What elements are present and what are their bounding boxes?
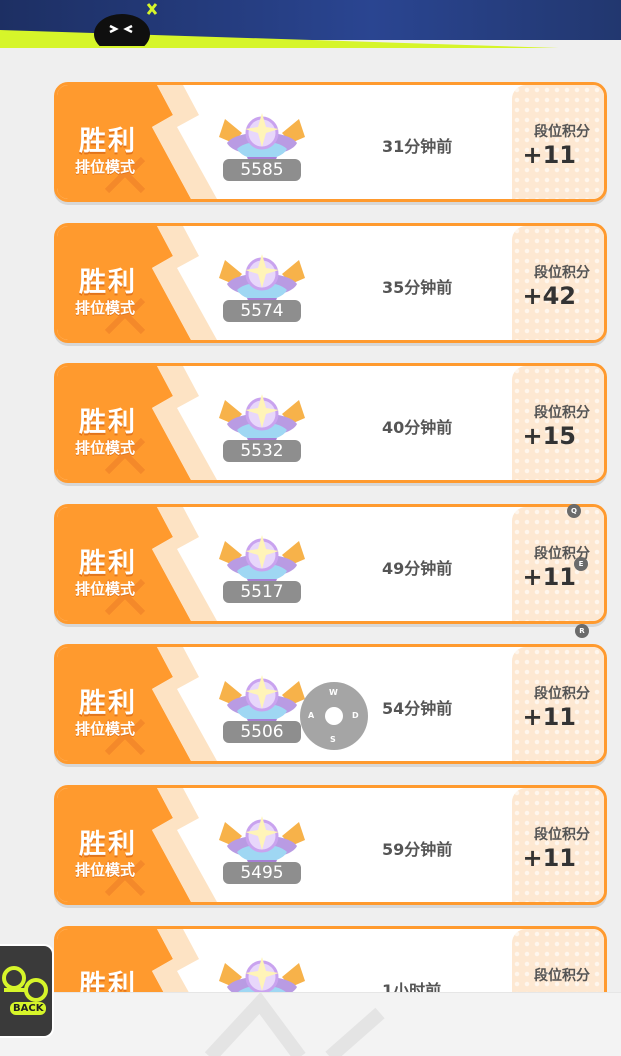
points-value: +42: [522, 281, 576, 310]
time-ago: 31分钟前: [382, 137, 453, 156]
match-mode: 排位模式: [75, 158, 136, 176]
match-card[interactable]: 胜利 排位模式 1小时前 段位积分: [54, 925, 607, 992]
match-card[interactable]: 胜利 排位模式 5517 49分钟前 段位积分 +11: [54, 503, 607, 624]
result-title: 胜利: [79, 969, 137, 992]
time-ago: 35分钟前: [382, 277, 453, 297]
rank-score: 5574: [223, 299, 301, 322]
match-history-list[interactable]: 胜利 排位模式 5585 31分钟前 段位积分 +11 胜利 排位模式 5574…: [54, 82, 608, 992]
match-card[interactable]: 胜利 排位模式 5495 59分钟前 段位积分 +11: [54, 785, 607, 905]
result-title: 胜利: [79, 688, 137, 720]
rank-score: 5495: [223, 862, 301, 884]
wasd-dpad[interactable]: W A D S: [300, 682, 368, 750]
points-value: +11: [522, 703, 576, 732]
dpad-down-key[interactable]: S: [330, 735, 336, 744]
top-banner: [0, 0, 621, 48]
result-title: 胜利: [79, 829, 137, 860]
points-label: 段位积分: [534, 967, 590, 984]
bottom-decoration: [204, 993, 385, 1056]
back-label: BACK: [10, 1002, 47, 1015]
points-value: +11: [522, 844, 576, 872]
match-card[interactable]: 胜利 排位模式 5574 35分钟前 段位积分 +42: [54, 222, 607, 343]
match-mode: 排位模式: [75, 861, 136, 879]
time-ago: 54分钟前: [382, 699, 453, 719]
points-value: +11: [522, 562, 576, 591]
points-label: 段位积分: [534, 686, 590, 703]
rank-score: 5585: [223, 159, 301, 181]
time-ago: 49分钟前: [382, 558, 453, 578]
result-title: 胜利: [79, 266, 137, 298]
points-label: 段位积分: [534, 124, 590, 140]
points-label: 段位积分: [534, 405, 590, 422]
rank-score: 5532: [223, 440, 301, 463]
bottom-bar: [0, 992, 621, 1056]
points-label: 段位积分: [534, 264, 590, 281]
points-label: 段位积分: [534, 827, 590, 843]
points-value: +15: [522, 422, 576, 451]
key-r-badge[interactable]: R: [575, 624, 589, 638]
dpad-center[interactable]: [325, 707, 343, 725]
points-value: +11: [522, 141, 576, 169]
match-card[interactable]: 胜利 排位模式 5585 31分钟前 段位积分 +11: [54, 82, 607, 202]
back-arrow-icon: [2, 966, 48, 1002]
match-mode: 排位模式: [75, 298, 136, 317]
rank-score: 5517: [223, 580, 301, 603]
dpad-up-key[interactable]: W: [329, 688, 338, 697]
match-mode: 排位模式: [75, 720, 136, 739]
match-mode: 排位模式: [75, 579, 136, 598]
mascot-icon: [94, 3, 158, 46]
time-ago: 40分钟前: [382, 418, 453, 438]
back-button[interactable]: BACK: [0, 944, 54, 1038]
result-title: 胜利: [79, 407, 137, 439]
time-ago: 1小时前: [382, 980, 442, 992]
key-q-badge[interactable]: Q: [567, 504, 581, 518]
result-title: 胜利: [79, 126, 137, 157]
rank-score: 5506: [223, 721, 301, 744]
dpad-left-key[interactable]: A: [308, 711, 314, 720]
rank-emblem-icon: [217, 943, 307, 992]
key-e-badge[interactable]: E: [574, 557, 588, 571]
match-card[interactable]: 胜利 排位模式 5532 40分钟前 段位积分 +15: [54, 363, 607, 484]
result-title: 胜利: [79, 547, 137, 579]
dpad-right-key[interactable]: D: [352, 711, 359, 720]
match-mode: 排位模式: [75, 439, 136, 458]
time-ago: 59分钟前: [382, 840, 453, 859]
